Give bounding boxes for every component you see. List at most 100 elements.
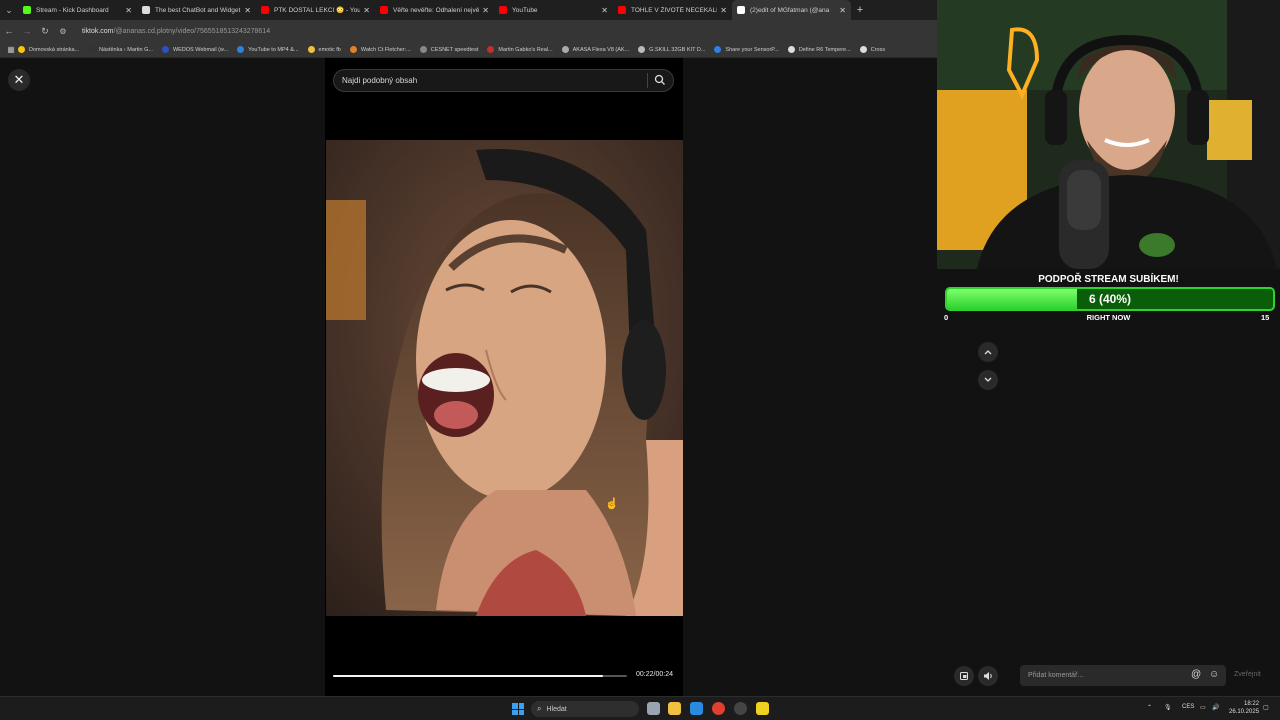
- video-player[interactable]: [326, 140, 683, 616]
- task-view-icon[interactable]: [647, 702, 660, 715]
- browser-tab[interactable]: (2)edit of MGfatman (@ana ✕: [732, 0, 851, 20]
- next-video-button[interactable]: [978, 370, 998, 390]
- tab-close-icon[interactable]: ✕: [720, 6, 727, 15]
- bookmark-favicon-icon: [714, 46, 722, 53]
- bookmark-label: G.SKILL 32GB KIT D...: [649, 46, 706, 53]
- tab-title: (2)edit of MGfatman (@ana: [750, 6, 830, 14]
- sub-goal-value: 6 (40%): [1088, 292, 1132, 306]
- volume-button[interactable]: [978, 666, 998, 686]
- volume-icon: [983, 672, 992, 680]
- bookmark-favicon-icon: [161, 46, 169, 53]
- close-video-button[interactable]: ✕: [8, 69, 30, 91]
- bookmark-item[interactable]: Share your SensorP...: [714, 46, 779, 53]
- browser-tab[interactable]: Stream - Kick Dashboard ✕: [18, 0, 137, 20]
- tab-favicon-icon: [499, 6, 507, 14]
- similar-content-search-input[interactable]: Najdi podobný obsah: [333, 69, 674, 92]
- taskbar-search[interactable]: ⌕ Hledat: [531, 701, 639, 717]
- bookmark-label: Share your SensorP...: [725, 46, 779, 53]
- bookmark-item[interactable]: Cross: [859, 46, 885, 53]
- sub-goal-title: PODPOŘ STREAM SUBÍKEM!: [1038, 274, 1179, 285]
- language-indicator[interactable]: CES: [1182, 704, 1194, 710]
- tab-close-icon[interactable]: ✕: [601, 6, 608, 15]
- taskbar: ⌕ Hledat ⌃ 🎙 CES ▭ 🔊 18:22 26.10.2025 ▢: [0, 696, 1280, 720]
- bookmark-label: WEDOS Webmail (w...: [172, 46, 229, 53]
- windows-start-icon[interactable]: [512, 703, 524, 715]
- comment-placeholder: Přidat komentář...: [1028, 672, 1084, 679]
- bookmark-item[interactable]: CESNET speedtest: [419, 46, 479, 53]
- video-progress-bar[interactable]: [333, 675, 627, 677]
- url-host: tiktok.com: [82, 27, 114, 35]
- bookmark-item[interactable]: Define R6 Tempere...: [787, 46, 851, 53]
- emoji-icon[interactable]: ☺: [1209, 669, 1219, 680]
- browser-tab[interactable]: Věřte nevěřte: Odhalení největš ✕: [375, 0, 494, 20]
- tab-favicon-icon: [142, 6, 150, 14]
- bookmark-item[interactable]: WEDOS Webmail (w...: [161, 46, 229, 53]
- video-time: 00:22/00:24: [636, 671, 673, 678]
- clock[interactable]: 18:22 26.10.2025: [1229, 700, 1259, 716]
- chevron-down-icon: [984, 377, 992, 382]
- browser-tab[interactable]: The best ChatBot and Widget ✕: [137, 0, 256, 20]
- back-icon[interactable]: ←: [0, 26, 18, 36]
- sticky-notes-icon[interactable]: [756, 702, 769, 715]
- bookmark-label: CESNET speedtest: [430, 46, 479, 53]
- tab-title: YouTube: [512, 6, 538, 14]
- tab-favicon-icon: [23, 6, 31, 14]
- speaker-icon[interactable]: 🔊: [1212, 704, 1219, 711]
- network-icon[interactable]: ▭: [1200, 704, 1206, 711]
- bookmark-favicon-icon: [561, 46, 569, 53]
- bookmark-favicon-icon: [237, 46, 245, 53]
- search-icon[interactable]: [654, 74, 666, 86]
- bookmark-item[interactable]: Domovská stránka...: [18, 46, 79, 53]
- browser-tab[interactable]: YouTube ✕: [494, 0, 613, 20]
- tab-close-icon[interactable]: ✕: [125, 6, 132, 15]
- tab-title: PTK DOSTAL LEKCI 😳 - YouTu: [274, 7, 361, 14]
- tab-favicon-icon: [261, 6, 269, 14]
- browser-tab[interactable]: TOHLE V ŽIVOTĚ NEČEKALI - Y✕: [613, 0, 732, 20]
- forward-icon[interactable]: →: [18, 26, 36, 36]
- chevron-up-icon: [984, 350, 992, 355]
- bookmark-item[interactable]: Watch Ct Fletcher:...: [349, 46, 411, 53]
- notifications-icon[interactable]: ▢: [1263, 704, 1269, 711]
- bookmark-item[interactable]: YouTube to MP4 &...: [237, 46, 299, 53]
- bookmark-favicon-icon: [638, 46, 646, 53]
- tab-favicon-icon: [737, 6, 745, 14]
- taskbar-search-icon: ⌕: [537, 704, 542, 713]
- bookmark-item[interactable]: emotic fb: [307, 46, 341, 53]
- bookmark-favicon-icon: [787, 46, 795, 53]
- store-icon[interactable]: [690, 702, 703, 715]
- microphone-icon[interactable]: 🎙: [1164, 704, 1172, 711]
- bookmark-favicon-icon: [307, 46, 315, 53]
- site-info-icon[interactable]: ⚙: [54, 27, 72, 36]
- new-tab-button[interactable]: +: [851, 4, 869, 16]
- tab-close-icon[interactable]: ✕: [244, 6, 251, 15]
- tray-chevron-icon[interactable]: ⌃: [1147, 704, 1152, 711]
- bookmark-item[interactable]: Nástěnka ‹ Martin G...: [88, 46, 153, 53]
- bookmark-item[interactable]: G.SKILL 32GB KIT D...: [638, 46, 705, 53]
- browser-tab[interactable]: PTK DOSTAL LEKCI 😳 - YouTu ✕: [256, 0, 375, 20]
- comment-input[interactable]: Přidat komentář... @ ☺: [1020, 665, 1226, 686]
- tab-favicon-icon: [380, 6, 388, 14]
- post-comment-button[interactable]: Zveřejnit: [1234, 671, 1261, 678]
- bookmark-label: Nástěnka ‹ Martin G...: [99, 46, 153, 53]
- tab-title: TOHLE V ŽIVOTĚ NEČEKALI - Y: [631, 6, 718, 14]
- tab-close-icon[interactable]: ✕: [839, 6, 846, 15]
- bookmark-item[interactable]: Martin Gabko's Real...: [487, 46, 553, 53]
- tab-close-icon[interactable]: ✕: [363, 6, 370, 15]
- app-icon[interactable]: [734, 702, 747, 715]
- bookmark-item[interactable]: AKASA Flexa V8 (AK...: [561, 46, 629, 53]
- url-field[interactable]: tiktok.com/@ananas.cd.plotny/video/75655…: [82, 28, 270, 35]
- chrome-icon[interactable]: [712, 702, 725, 715]
- bookmark-favicon-icon: [88, 46, 96, 53]
- file-explorer-icon[interactable]: [668, 702, 681, 715]
- tab-close-icon[interactable]: ✕: [482, 6, 489, 15]
- hand-cursor-icon: ☝: [605, 498, 619, 510]
- previous-video-button[interactable]: [978, 342, 998, 362]
- bookmark-label: YouTube to MP4 &...: [248, 46, 299, 53]
- reload-icon[interactable]: ↻: [36, 26, 54, 37]
- floating-player-button[interactable]: [954, 666, 974, 686]
- mention-icon[interactable]: @: [1191, 669, 1201, 680]
- apps-grid-icon[interactable]: ▦: [4, 45, 18, 54]
- tab-title: The best ChatBot and Widget: [155, 6, 241, 14]
- bookmark-label: emotic fb: [318, 46, 341, 53]
- tab-search-chevron-icon[interactable]: ⌄: [0, 0, 18, 20]
